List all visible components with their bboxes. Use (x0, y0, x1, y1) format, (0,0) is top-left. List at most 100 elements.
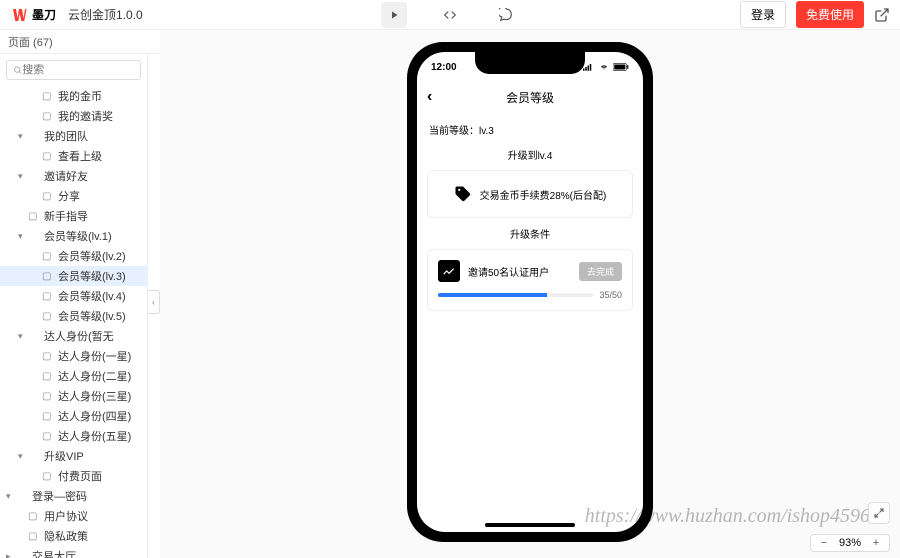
zoom-out-button[interactable]: − (817, 537, 831, 549)
zoom-in-button[interactable]: + (869, 537, 883, 549)
tree-label: 会员等级(lv.2) (58, 248, 126, 264)
expand-button[interactable] (868, 502, 890, 524)
tree-label: 达人身份(一星) (58, 348, 131, 364)
tree-label: 会员等级(lv.4) (58, 288, 126, 304)
page-icon: ▢ (42, 151, 54, 162)
page-icon: ▢ (42, 351, 54, 362)
chart-icon (442, 264, 456, 278)
tree-item[interactable]: ▢达人身份(三星) (0, 386, 147, 406)
tree-item[interactable]: ▢ 隐私政策 (0, 526, 147, 546)
tree-label: 邀请好友 (44, 168, 88, 184)
tree-item[interactable]: ▢ 达人身份(一星) (0, 346, 147, 366)
tree-item[interactable]: ▢ 用户协议 (0, 506, 147, 526)
tree-label: 达人身份(暂无 (44, 328, 114, 344)
page-icon: ▢ (28, 531, 40, 542)
page-icon: ▢ (42, 191, 54, 202)
login-button[interactable]: 登录 (740, 1, 786, 28)
tree-item[interactable]: ▾ 邀请好友 (0, 166, 147, 186)
tree-item[interactable]: ▢新手指导 (0, 206, 147, 226)
page-icon: ▢ (42, 91, 54, 102)
external-link-icon[interactable] (874, 7, 890, 23)
nav-title: 会员等级 (506, 89, 554, 106)
tree-label: 达人身份(四星) (58, 408, 131, 424)
battery-icon (613, 63, 629, 71)
sidebar: ▢我的金币▢我的邀请奖▾我的团队▢查看上级▾邀请好友▢分享▢新手指导▾会员等级(… (0, 54, 148, 558)
tree-label: 登录—密码 (32, 488, 87, 504)
screen-body: 当前等级：lv.3 升级到lv.4 交易金币手续费28%(后台配) 升级条件 邀… (417, 112, 643, 317)
search-icon (13, 65, 22, 75)
page-icon: ▢ (28, 511, 40, 522)
page-tree: ▢我的金币▢我的邀请奖▾我的团队▢查看上级▾邀请好友▢分享▢新手指导▾会员等级(… (0, 86, 147, 558)
tree-item[interactable]: ▢ 达人身份(四星) (0, 406, 147, 426)
tree-item[interactable]: ▢ 会员等级(lv.4) (0, 286, 147, 306)
logo-icon (10, 6, 28, 24)
tree-item[interactable]: ▢分享 (0, 186, 147, 206)
comment-button[interactable] (493, 2, 519, 28)
tree-item[interactable]: ▢我的邀请奖 (0, 106, 147, 126)
search-input[interactable] (22, 64, 134, 76)
status-indicators (583, 63, 629, 71)
task-text: 邀请50名认证用户 (468, 264, 571, 279)
search-box[interactable] (6, 60, 141, 80)
page-icon: ▢ (42, 411, 54, 422)
home-indicator (485, 523, 575, 527)
page-icon: ▢ (42, 431, 54, 442)
logo[interactable]: 墨刀 (10, 6, 56, 24)
progress-row: 35/50 (438, 290, 622, 300)
tree-label: 新手指导 (44, 208, 88, 224)
tree-item[interactable]: ▢付费页面 (0, 466, 147, 486)
project-title: 云创金顶1.0.0 (68, 6, 143, 23)
tree-item[interactable]: ▾我的团队 (0, 126, 147, 146)
page-icon: ▢ (42, 291, 54, 302)
status-time: 12:00 (431, 62, 457, 73)
page-icon: ▢ (42, 311, 54, 322)
tree-label: 会员等级(lv.1) (44, 228, 112, 244)
zoom-control: − 93% + (810, 534, 890, 552)
pages-count: 页面 (67) (8, 34, 53, 50)
code-button[interactable] (437, 2, 463, 28)
top-bar: 墨刀 云创金顶1.0.0 登录 免费使用 (0, 0, 900, 30)
comment-icon (499, 8, 513, 22)
tree-item[interactable]: ▢会员等级(lv.5) (0, 306, 147, 326)
tree-label: 查看上级 (58, 148, 102, 164)
chevron-down-icon: ▾ (18, 331, 28, 342)
sidebar-collapse-handle[interactable]: ‹ (148, 290, 160, 314)
benefit-card: 交易金币手续费28%(后台配) (427, 170, 633, 218)
tree-label: 隐私政策 (44, 528, 88, 544)
topbar-center-tools (381, 2, 519, 28)
nav-bar: ‹ 会员等级 (417, 82, 643, 112)
wifi-icon (598, 63, 610, 71)
tree-label: 我的团队 (44, 128, 88, 144)
tree-item[interactable]: ▢会员等级(lv.3) (0, 266, 147, 286)
tree-label: 我的金币 (58, 88, 102, 104)
tree-item[interactable]: ▢达人身份(二星) (0, 366, 147, 386)
tree-item[interactable]: ▢达人身份(五星) (0, 426, 147, 446)
progress-bar (438, 293, 593, 297)
tree-item[interactable]: ▾ 达人身份(暂无 (0, 326, 147, 346)
back-button[interactable]: ‹ (427, 88, 432, 106)
page-icon: ▢ (42, 271, 54, 282)
tree-item[interactable]: ▢ 我的金币 (0, 86, 147, 106)
canvas[interactable]: 12:00 ‹ 会员等级 当前等级：lv.3 升级到lv.4 交易金币手续费28… (160, 30, 900, 558)
tree-label: 升级VIP (44, 448, 84, 464)
tree-label: 付费页面 (58, 468, 102, 484)
upgrade-title: 升级到lv.4 (427, 147, 633, 162)
chevron-down-icon: ▾ (18, 171, 28, 182)
free-use-button[interactable]: 免费使用 (796, 1, 864, 28)
tree-item[interactable]: ▾登录—密码 (0, 486, 147, 506)
conditions-title: 升级条件 (427, 226, 633, 241)
current-level: 当前等级：lv.3 (429, 122, 631, 137)
page-icon: ▢ (42, 391, 54, 402)
tree-item[interactable]: ▾会员等级(lv.1) (0, 226, 147, 246)
tree-label: 用户协议 (44, 508, 88, 524)
task-action-button[interactable]: 去完成 (579, 262, 622, 281)
play-button[interactable] (381, 2, 407, 28)
tree-item[interactable]: ▾升级VIP (0, 446, 147, 466)
task-row: 邀请50名认证用户 去完成 (438, 260, 622, 282)
tree-item[interactable]: ▢ 查看上级 (0, 146, 147, 166)
tree-label: 交易大厅 (32, 548, 76, 558)
zoom-value: 93% (839, 537, 861, 549)
phone-frame: 12:00 ‹ 会员等级 当前等级：lv.3 升级到lv.4 交易金币手续费28… (407, 42, 653, 542)
tree-item[interactable]: ▢会员等级(lv.2) (0, 246, 147, 266)
tree-item[interactable]: ▸交易大厅 (0, 546, 147, 558)
